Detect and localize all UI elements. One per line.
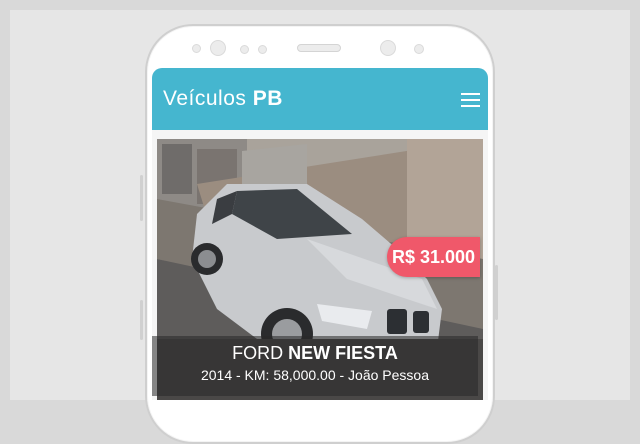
- phone-power-button: [495, 265, 498, 320]
- car-title: FORD NEW FIESTA: [152, 343, 478, 364]
- phone-volume-button: [140, 175, 143, 221]
- app-bar: Veículos PB: [152, 68, 488, 130]
- front-camera-icon: [210, 40, 226, 56]
- app-title-bold: PB: [252, 87, 283, 110]
- price-badge: R$ 31.000: [387, 237, 480, 277]
- car-model: NEW FIESTA: [288, 343, 398, 363]
- car-make: FORD: [232, 343, 284, 363]
- phone-sensor: [192, 44, 201, 53]
- phone-side-button: [140, 300, 143, 340]
- phone-speaker: [297, 44, 341, 52]
- hamburger-menu-icon[interactable]: [461, 93, 480, 107]
- phone-sensor: [414, 44, 424, 54]
- app-title[interactable]: Veículos PB: [163, 87, 283, 111]
- phone-sensor: [240, 45, 249, 54]
- iris-scanner-icon: [380, 40, 396, 56]
- phone-screen: Veículos PB R$ 31.000 FORD NEW FIESTA 20…: [152, 68, 488, 400]
- app-title-light: Veículos: [163, 87, 247, 110]
- car-details: 2014 - KM: 58,000.00 - João Pessoa: [200, 367, 430, 383]
- phone-sensor: [258, 45, 267, 54]
